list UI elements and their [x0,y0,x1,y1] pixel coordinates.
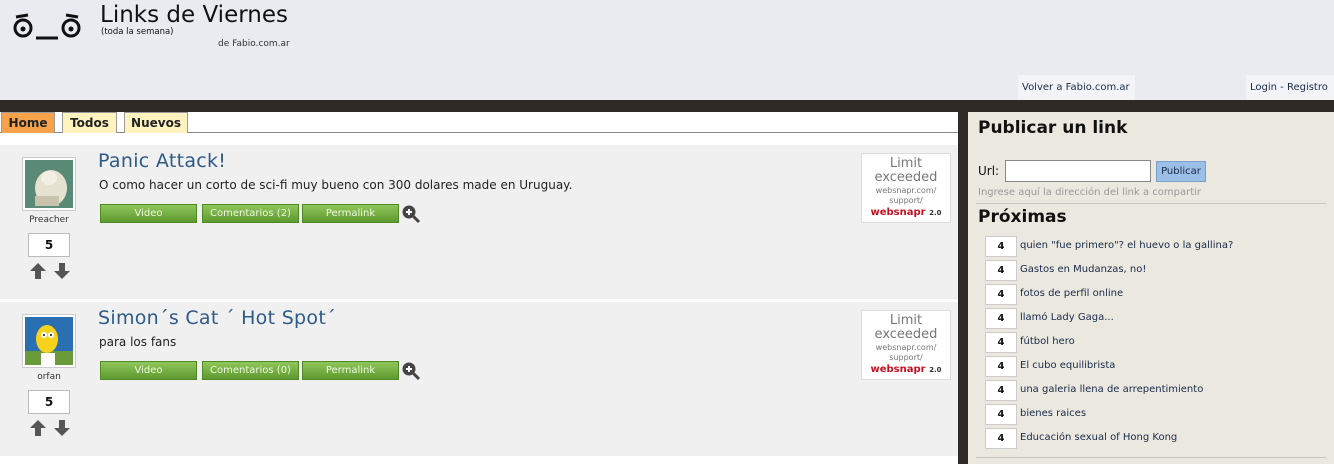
thumb-support-url: websnapr.com/ [875,186,937,195]
thumb-brand: websnapr 2.0 [862,364,950,375]
tab-todos[interactable]: Todos [62,112,117,133]
proximas-vote-count: 4 [985,380,1017,401]
login-register-link[interactable]: Login - Registro [1246,75,1334,100]
comments-button[interactable]: Comentarios (2) [202,204,299,223]
proximas-link[interactable]: fotos de perfil online [1020,288,1123,299]
avatar-preacher-image [25,160,73,208]
link-thumbnail[interactable]: Limit exceeded websnapr.com/ support/ we… [861,153,951,223]
tab-home[interactable]: Home [1,112,55,133]
proximas-vote-count: 4 [985,260,1017,281]
proximas-item: 4 una galeria llena de arrepentimiento [985,378,1315,402]
comments-button[interactable]: Comentarios (0) [202,361,299,380]
avatar[interactable] [22,157,76,211]
proximas-link[interactable]: bienes raices [1020,408,1086,419]
tab-bar: Home Todos Nuevos [0,112,958,133]
link-title[interactable]: Simon´s Cat ´ Hot Spot´ [98,307,336,329]
arrow-up-icon[interactable] [29,262,47,280]
link-description: para los fans [99,335,177,349]
poster-name[interactable]: orfan [15,372,83,382]
proximas-vote-count: 4 [985,308,1017,329]
thumb-brand-version: 2.0 [929,209,942,217]
proximas-title: Próximas [978,207,1067,227]
arrow-up-icon[interactable] [29,419,47,437]
thumb-brand-name: websnapr [870,207,926,218]
permalink-button[interactable]: Permalink [302,204,399,223]
thumb-brand-version: 2.0 [929,366,942,374]
proximas-link[interactable]: El cubo equilibrista [1020,360,1115,371]
thumb-support-path: support/ [889,353,923,362]
url-hint: Ingrese aquí la dirección del link a com… [978,187,1202,198]
link-item: orfan 5 Simon´s Cat ´ Hot Spot´ para los… [0,302,958,456]
tab-nuevos[interactable]: Nuevos [124,112,188,133]
thumb-brand: websnapr 2.0 [862,207,950,218]
proximas-item: 4 Gastos en Mudanzas, no! [985,258,1315,282]
proximas-link[interactable]: fútbol hero [1020,336,1075,347]
link-thumbnail[interactable]: Limit exceeded websnapr.com/ support/ we… [861,310,951,380]
thumb-limit-text: Limit [889,313,923,328]
proximas-vote-count: 4 [985,404,1017,425]
publish-title: Publicar un link [978,118,1128,138]
vote-count: 5 [28,390,70,414]
logo-face-icon[interactable] [10,8,86,44]
main-content: Home Todos Nuevos Preacher 5 Panic Attac… [0,112,958,464]
proximas-item: 4 bienes raices [985,402,1315,426]
proximas-link[interactable]: Gastos en Mudanzas, no! [1020,264,1146,275]
proximas-item: 4 llamó Lady Gaga... [985,306,1315,330]
url-label: Url: [978,164,1000,178]
thumb-limit-text: Limit [889,156,923,171]
thumb-exceeded-text: exceeded [874,327,938,342]
link-title[interactable]: Panic Attack! [98,150,226,172]
site-author: de Fabio.com.ar [218,39,290,49]
avatar-orfan-image [25,317,73,365]
zoom-in-icon[interactable] [401,204,421,224]
volver-link[interactable]: Volver a Fabio.com.ar [1018,75,1135,100]
link-description: O como hacer un corto de sci-fi muy buen… [99,178,573,192]
sidebar: Publicar un link Url: Publicar Ingrese a… [968,112,1334,464]
vote-count: 5 [28,233,70,257]
proximas-item: 4 fútbol hero [985,330,1315,354]
publish-button[interactable]: Publicar [1156,161,1206,182]
site-header: Links de Viernes (toda la semana) de Fab… [0,0,1334,100]
proximas-link[interactable]: quien "fue primero"? el huevo o la galli… [1020,240,1233,251]
proximas-vote-count: 4 [985,332,1017,353]
link-item: Preacher 5 Panic Attack! O como hacer un… [0,145,958,299]
thumb-brand-name: websnapr [870,364,926,375]
poster-name[interactable]: Preacher [15,215,83,225]
proximas-link[interactable]: llamó Lady Gaga... [1020,312,1114,323]
permalink-button[interactable]: Permalink [302,361,399,380]
site-title[interactable]: Links de Viernes [100,2,288,28]
proximas-item: 4 quien "fue primero"? el huevo o la gal… [985,234,1315,258]
divider [976,457,1326,458]
arrow-down-icon[interactable] [53,419,71,437]
proximas-link[interactable]: Educación sexual of Hong Kong [1020,432,1177,443]
url-input[interactable] [1005,160,1151,182]
thumb-exceeded-text: exceeded [874,170,938,185]
video-button[interactable]: Video [100,204,197,223]
proximas-vote-count: 4 [985,236,1017,257]
proximas-item: 4 Educación sexual of Hong Kong [985,426,1315,450]
proximas-link[interactable]: una galeria llena de arrepentimiento [1020,384,1203,395]
avatar[interactable] [22,314,76,368]
proximas-vote-count: 4 [985,428,1017,449]
thumb-support-path: support/ [889,196,923,205]
video-button[interactable]: Video [100,361,197,380]
proximas-vote-count: 4 [985,284,1017,305]
divider [976,203,1326,204]
proximas-item: 4 El cubo equilibrista [985,354,1315,378]
proximas-vote-count: 4 [985,356,1017,377]
proximas-item: 4 fotos de perfil online [985,282,1315,306]
arrow-down-icon[interactable] [53,262,71,280]
thumb-support-url: websnapr.com/ [875,343,937,352]
site-subtitle: (toda la semana) [101,27,174,37]
zoom-in-icon[interactable] [401,361,421,381]
